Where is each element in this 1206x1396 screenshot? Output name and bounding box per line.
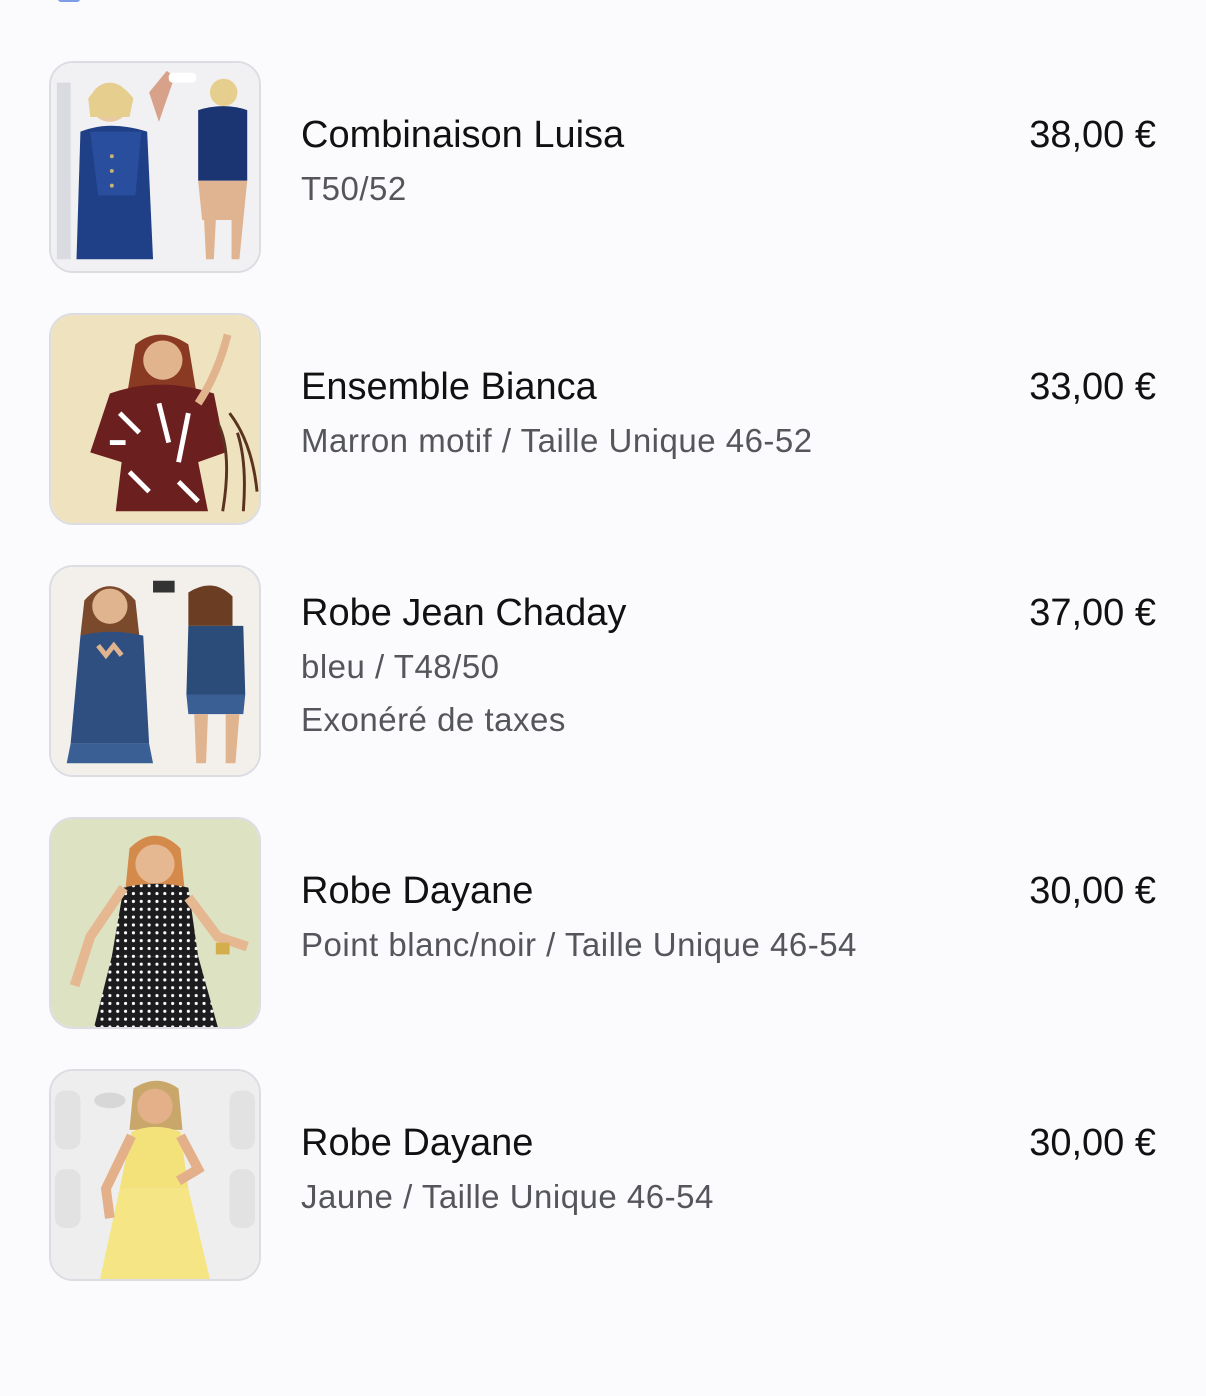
- product-price: 30,00 €: [1029, 870, 1156, 912]
- product-name: Ensemble Bianca: [301, 366, 597, 408]
- tax-note: Exonéré de taxes: [301, 701, 566, 738]
- product-thumbnail[interactable]: [49, 565, 261, 777]
- product-price: 38,00 €: [1029, 114, 1156, 156]
- product-price: 30,00 €: [1029, 1122, 1156, 1164]
- product-variant: T50/52: [301, 170, 407, 207]
- product-thumbnail[interactable]: [49, 1069, 261, 1281]
- product-variant: Point blanc/noir / Taille Unique 46-54: [301, 926, 857, 963]
- product-variant: bleu / T48/50: [301, 648, 500, 685]
- order-item[interactable]: Ensemble Bianca Marron motif / Taille Un…: [0, 313, 1206, 529]
- top-link-fragment: [58, 0, 80, 2]
- product-thumbnail[interactable]: [49, 313, 261, 525]
- order-item[interactable]: Combinaison Luisa T50/52 38,00 €: [0, 61, 1206, 277]
- product-thumbnail[interactable]: [49, 61, 261, 273]
- product-name: Robe Dayane: [301, 870, 534, 912]
- product-price: 37,00 €: [1029, 592, 1156, 634]
- product-variant: Jaune / Taille Unique 46-54: [301, 1178, 714, 1215]
- product-thumbnail[interactable]: [49, 817, 261, 1029]
- product-name: Robe Dayane: [301, 1122, 534, 1164]
- product-name: Robe Jean Chaday: [301, 592, 627, 634]
- order-item[interactable]: Robe Jean Chaday bleu / T48/50 Exonéré d…: [0, 565, 1206, 781]
- order-item[interactable]: Robe Dayane Jaune / Taille Unique 46-54 …: [0, 1069, 1206, 1285]
- product-variant: Marron motif / Taille Unique 46-52: [301, 422, 813, 459]
- product-name: Combinaison Luisa: [301, 114, 625, 156]
- order-item[interactable]: Robe Dayane Point blanc/noir / Taille Un…: [0, 817, 1206, 1033]
- product-price: 33,00 €: [1029, 366, 1156, 408]
